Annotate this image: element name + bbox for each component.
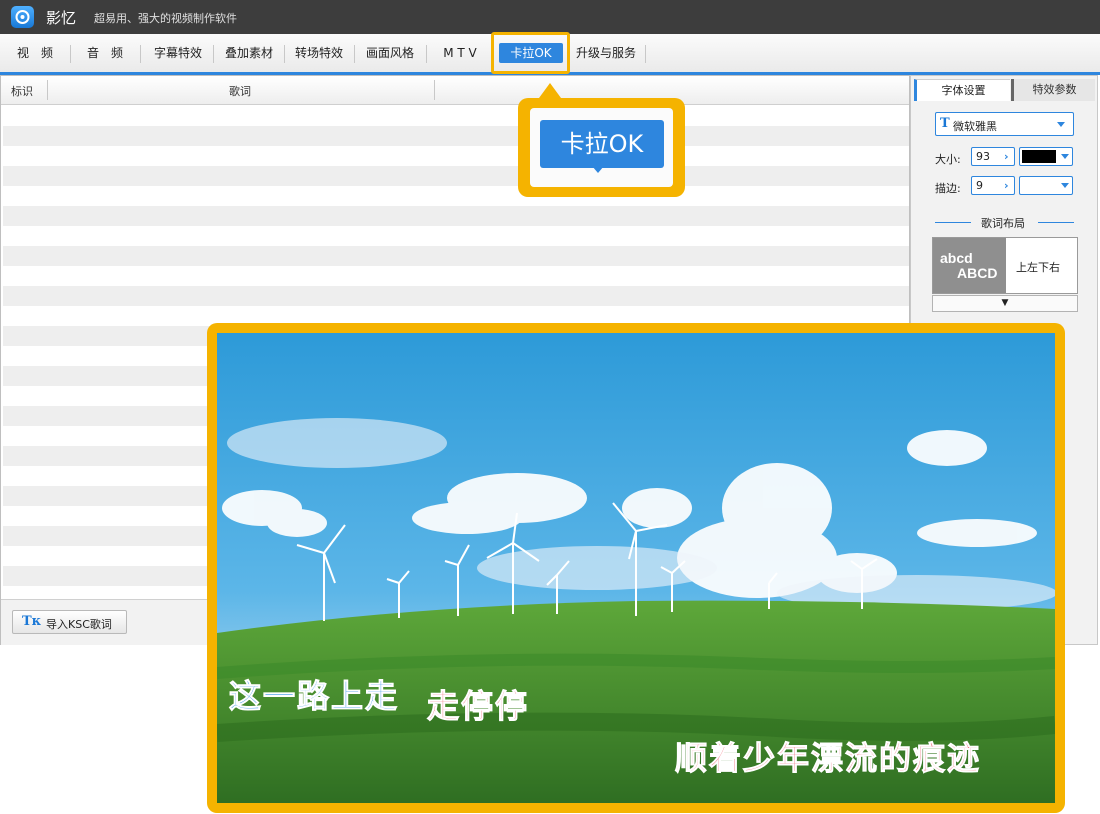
stroke-width-input[interactable]: 9 › xyxy=(971,176,1015,195)
chevron-down-icon xyxy=(1061,154,1069,159)
import-ksc-label: 导入KSC歌词 xyxy=(46,618,112,631)
menu-divider xyxy=(70,45,71,63)
menu-mtv[interactable]: M T V xyxy=(432,43,488,63)
callout-pointer xyxy=(539,83,561,98)
tab-font-settings[interactable]: 字体设置 xyxy=(914,79,1010,101)
layout-option-label: 上左下右 xyxy=(1016,261,1060,274)
layout-sample-line1: abcd xyxy=(940,250,973,266)
chevron-right-icon: › xyxy=(1004,179,1009,192)
text-ksc-icon: Tк xyxy=(22,614,42,629)
stroke-color-picker[interactable] xyxy=(1019,176,1073,195)
app-name: 影忆 xyxy=(46,9,77,27)
menu-divider xyxy=(426,45,427,63)
layout-expand-button[interactable]: ▼ xyxy=(932,295,1078,312)
chevron-right-icon: › xyxy=(1004,150,1009,163)
karaoke-callout: 卡拉OK xyxy=(518,98,685,197)
menu-divider xyxy=(284,45,285,63)
callout-karaoke-button: 卡拉OK xyxy=(540,120,664,168)
menu-overlay-materials[interactable]: 叠加素材 xyxy=(217,43,281,63)
size-label: 大小: xyxy=(935,153,961,166)
menu-audio[interactable]: 音 频 xyxy=(80,43,130,63)
import-ksc-button[interactable]: Tк 导入KSC歌词 xyxy=(12,610,127,634)
karaoke-tab-highlight xyxy=(491,32,570,74)
table-row xyxy=(3,126,909,146)
menu-subtitle-effects[interactable]: 字幕特效 xyxy=(146,43,210,63)
callout-inner: 卡拉OK xyxy=(530,108,673,187)
font-family-value: 微软雅黑 xyxy=(953,120,997,133)
column-header-lyrics[interactable]: 歌词 xyxy=(229,83,251,99)
stroke-label: 描边: xyxy=(935,182,961,195)
lyrics-layout-option[interactable]: abcd ABCD 上左下右 xyxy=(932,237,1078,294)
lyric-line-sung: 这一路上走 xyxy=(228,677,400,716)
menu-divider xyxy=(213,45,214,63)
layout-sample-thumbnail: abcd ABCD xyxy=(933,238,1006,293)
text-color-picker[interactable] xyxy=(1019,147,1073,166)
column-header-id[interactable]: 标识 xyxy=(11,83,33,99)
app-slogan: 超易用、强大的视频制作软件 xyxy=(94,12,237,25)
lyric-line-unsung: 走停停 xyxy=(426,687,530,726)
karaoke-preview-video: 这一路上走 走停停 顺着少年漂流的痕迹 xyxy=(217,333,1055,803)
karaoke-preview-frame: 这一路上走 走停停 顺着少年漂流的痕迹 xyxy=(207,323,1065,813)
callout-notch xyxy=(592,166,604,173)
table-row xyxy=(3,206,909,226)
font-size-input[interactable]: 93 › xyxy=(971,147,1015,166)
tab-effect-parameters[interactable]: 特效参数 xyxy=(1011,79,1095,101)
triangle-down-icon: ▼ xyxy=(1001,298,1009,308)
menu-upgrade-services[interactable]: 升级与服务 xyxy=(569,43,643,63)
menu-transitions[interactable]: 转场特效 xyxy=(287,43,351,63)
font-size-value: 93 xyxy=(976,150,990,163)
layout-sample-line2: ABCD xyxy=(957,265,998,281)
text-color-swatch xyxy=(1022,150,1056,163)
section-divider xyxy=(935,222,971,223)
column-divider xyxy=(434,80,435,100)
font-type-icon: T xyxy=(940,116,950,131)
table-row xyxy=(3,246,909,266)
chevron-down-icon xyxy=(1061,183,1069,188)
lyrics-layout-heading: 歌词布局 xyxy=(981,217,1025,230)
lyrics-table-header: 标识 歌词 xyxy=(1,76,909,105)
table-row xyxy=(3,166,909,186)
app-logo-icon xyxy=(11,6,34,28)
lyric-line-next: 顺着少年漂流的痕迹 xyxy=(674,739,982,778)
menu-picture-style[interactable]: 画面风格 xyxy=(358,43,422,63)
menu-divider xyxy=(354,45,355,63)
stroke-width-value: 9 xyxy=(976,179,983,192)
menu-divider xyxy=(140,45,141,63)
section-divider xyxy=(1038,222,1074,223)
font-family-select[interactable]: T 微软雅黑 xyxy=(935,112,1074,136)
menu-divider xyxy=(645,45,646,63)
menu-video[interactable]: 视 频 xyxy=(10,43,60,63)
chevron-down-icon xyxy=(1057,122,1065,127)
table-row xyxy=(3,286,909,306)
title-bar: 影忆 超易用、强大的视频制作软件 xyxy=(0,0,1100,34)
column-divider xyxy=(47,80,48,100)
